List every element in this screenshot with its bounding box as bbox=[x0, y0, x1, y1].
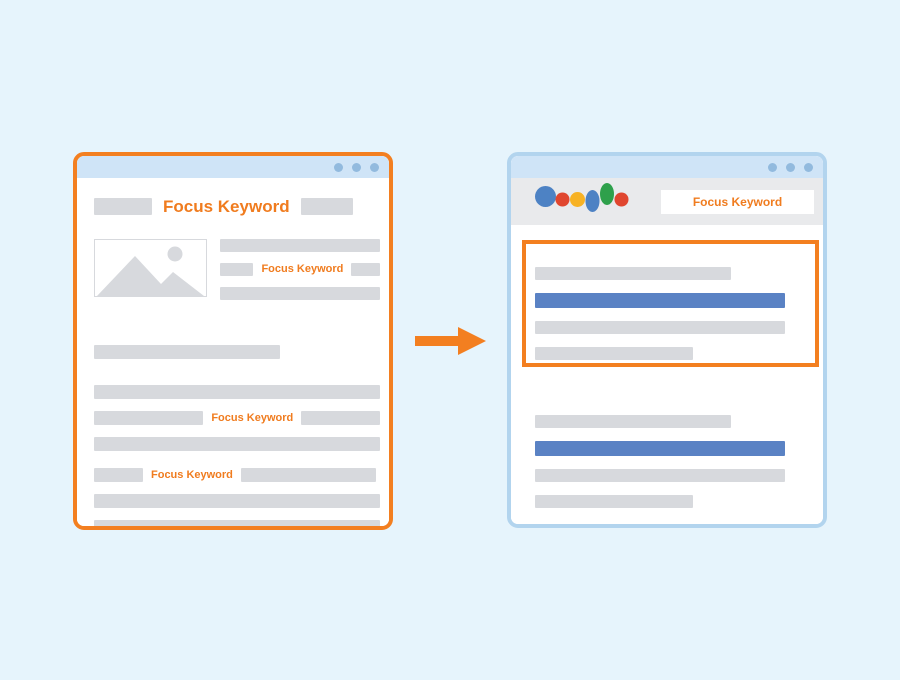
page-paragraph-2: Focus Keyword bbox=[94, 385, 380, 463]
diagram-canvas: Focus Keyword Focus Keyword Focus Keywor… bbox=[0, 0, 900, 680]
inline-keyword: Focus Keyword bbox=[151, 468, 233, 481]
text-placeholder-bar bbox=[94, 494, 380, 508]
window-dot-icon[interactable] bbox=[334, 162, 343, 172]
search-results-body bbox=[511, 225, 823, 524]
text-placeholder-bar bbox=[301, 411, 380, 425]
serp-window-titlebar bbox=[511, 156, 823, 178]
text-placeholder-bar bbox=[94, 345, 280, 359]
text-line bbox=[220, 287, 380, 300]
search-input-value: Focus Keyword bbox=[692, 194, 783, 209]
page-window-controls bbox=[334, 156, 379, 178]
result-url-bar bbox=[535, 415, 731, 428]
text-placeholder-bar bbox=[94, 385, 380, 399]
text-line-with-keyword: Focus Keyword bbox=[94, 411, 380, 425]
page-paragraph-1 bbox=[94, 345, 380, 371]
search-engine-toolbar: Focus Keyword bbox=[511, 178, 823, 225]
google-logo-icon[interactable] bbox=[535, 183, 631, 220]
text-line bbox=[94, 494, 380, 508]
search-result-item[interactable] bbox=[535, 267, 785, 360]
result-description-bar bbox=[535, 469, 785, 482]
window-dot-icon[interactable] bbox=[768, 162, 777, 172]
inline-keyword: Focus Keyword bbox=[211, 411, 294, 424]
result-description-bar bbox=[535, 495, 693, 508]
text-placeholder-bar bbox=[240, 468, 376, 482]
text-placeholder-bar bbox=[94, 411, 204, 425]
content-page-window: Focus Keyword Focus Keyword Focus Keywor… bbox=[73, 152, 393, 530]
text-placeholder-bar bbox=[94, 468, 143, 482]
text-line-with-keyword: Focus Keyword bbox=[220, 263, 380, 276]
page-paragraph-3: Focus Keyword bbox=[94, 468, 380, 526]
image-placeholder-icon bbox=[94, 239, 207, 297]
heading-placeholder-bar bbox=[94, 198, 152, 215]
result-description-bar bbox=[535, 321, 785, 334]
search-input[interactable]: Focus Keyword bbox=[661, 189, 814, 214]
transform-arrow-icon bbox=[415, 325, 487, 357]
text-placeholder-bar bbox=[220, 263, 254, 276]
text-line bbox=[94, 437, 380, 451]
text-placeholder-bar bbox=[351, 263, 380, 276]
window-dot-icon[interactable] bbox=[786, 162, 795, 172]
search-results-window: Focus Keyword bbox=[507, 152, 827, 528]
result-title-bar[interactable] bbox=[535, 441, 785, 456]
result-url-bar bbox=[535, 267, 731, 280]
result-description-bar bbox=[535, 347, 693, 360]
heading-placeholder-bar bbox=[300, 198, 353, 215]
text-line bbox=[94, 385, 380, 399]
text-placeholder-bar bbox=[220, 287, 380, 300]
window-dot-icon[interactable] bbox=[352, 162, 361, 172]
text-placeholder-bar bbox=[220, 239, 380, 252]
serp-window-controls bbox=[768, 156, 813, 178]
text-line-with-keyword: Focus Keyword bbox=[94, 468, 380, 482]
result-title-bar[interactable] bbox=[535, 293, 785, 308]
page-window-titlebar bbox=[77, 156, 389, 178]
page-window-body: Focus Keyword Focus Keyword Focus Keywor… bbox=[77, 178, 389, 526]
text-line bbox=[220, 239, 380, 252]
search-result-item[interactable] bbox=[535, 415, 785, 508]
page-heading: Focus Keyword bbox=[94, 198, 353, 215]
page-heading-keyword: Focus Keyword bbox=[163, 197, 290, 216]
text-placeholder-bar bbox=[94, 437, 380, 451]
text-line bbox=[94, 345, 380, 359]
inline-keyword: Focus Keyword bbox=[261, 263, 344, 275]
window-dot-icon[interactable] bbox=[804, 162, 813, 172]
text-line bbox=[94, 520, 380, 526]
page-side-text-lines: Focus Keyword bbox=[220, 239, 380, 300]
window-dot-icon[interactable] bbox=[370, 162, 379, 172]
text-placeholder-bar bbox=[94, 520, 380, 526]
